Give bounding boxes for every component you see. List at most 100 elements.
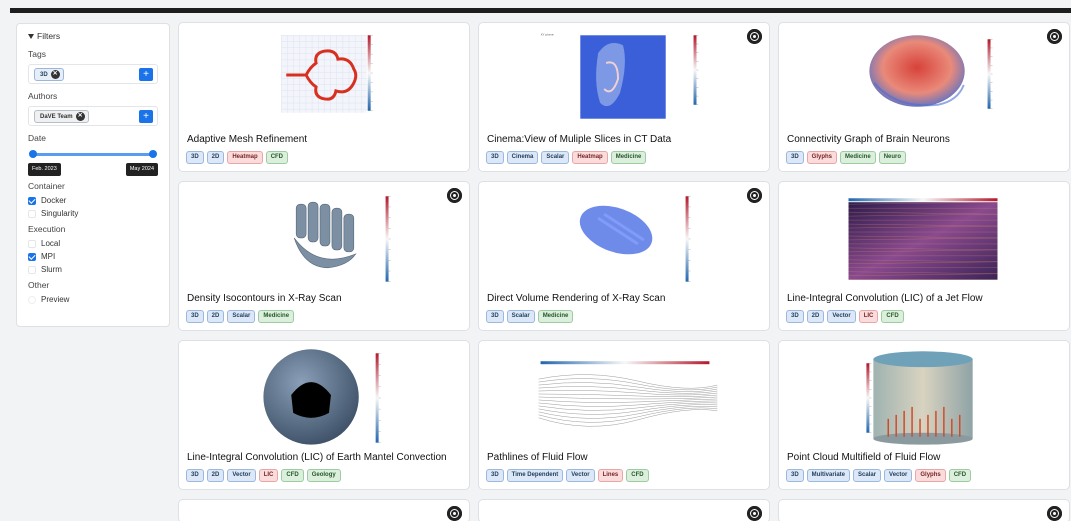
tag-badge[interactable]: Glyphs — [915, 469, 946, 482]
card-thumbnail[interactable] — [479, 182, 769, 288]
card-title[interactable]: Line-Integral Convolution (LIC) of a Jet… — [787, 293, 983, 304]
tag-badge[interactable]: 2D — [206, 151, 225, 164]
tag-badge[interactable]: Scalar — [541, 151, 570, 164]
tag-badge[interactable]: Cinema — [506, 151, 539, 164]
preview-option[interactable]: Preview — [28, 293, 158, 306]
tag-badge[interactable]: Scalar — [853, 469, 882, 482]
tag-badge[interactable]: LIC — [258, 469, 279, 482]
tag-badge[interactable]: Geology — [306, 469, 341, 482]
gallery-card[interactable]: Adaptive Mesh Refinement 3D 2D Heatmap CFD — [178, 22, 470, 172]
card-thumbnail[interactable] — [479, 341, 769, 447]
tag-badge[interactable]: CFD — [626, 469, 649, 482]
card-thumbnail[interactable] — [179, 182, 469, 288]
card-title[interactable]: Point Cloud Multifield of Fluid Flow — [787, 452, 940, 463]
docker-option[interactable]: Docker — [28, 194, 158, 207]
tag-badge[interactable]: 2D — [206, 310, 225, 323]
tag-badge[interactable]: Vector — [566, 469, 595, 482]
other-label: Other — [28, 280, 50, 290]
tag-badge[interactable]: Neuro — [878, 151, 907, 164]
card-thumbnail[interactable] — [179, 341, 469, 447]
card-title[interactable]: Connectivity Graph of Brain Neurons — [787, 134, 950, 145]
add-author-button[interactable]: + — [139, 110, 153, 123]
card-title[interactable]: Adaptive Mesh Refinement — [187, 134, 307, 145]
tag-badge[interactable]: 2D — [806, 310, 825, 323]
tag-badge[interactable]: 3D — [186, 151, 204, 164]
card-thumbnail[interactable] — [779, 23, 1069, 129]
tag-badge[interactable]: 3D — [486, 310, 504, 323]
tag-badge[interactable]: Multivariate — [806, 469, 851, 482]
tag-badge[interactable]: Vector — [884, 469, 913, 482]
tag-badge[interactable]: CFD — [948, 469, 972, 482]
local-checkbox[interactable] — [28, 239, 36, 248]
gallery-card[interactable] — [178, 499, 470, 521]
tag-badge[interactable]: Lines — [597, 469, 624, 482]
slider-start-handle[interactable] — [29, 150, 37, 158]
add-tag-button[interactable]: + — [139, 68, 153, 81]
tags-field[interactable]: 3D ✕ + — [28, 64, 158, 84]
gallery-card[interactable]: Direct Volume Rendering of X-Ray Scan 3D S… — [478, 181, 770, 331]
card-thumbnail[interactable] — [779, 182, 1069, 288]
docker-icon — [447, 506, 462, 521]
tag-badge[interactable]: Time Dependent — [506, 469, 564, 482]
gallery-card[interactable]: Pathlines of Fluid Flow 3D Time Dependent V… — [478, 340, 770, 490]
tag-badge[interactable]: Heatmap — [227, 151, 263, 164]
card-title[interactable]: Cinema:View of Muliple Slices in CT Data — [487, 134, 671, 145]
gallery-card[interactable]: Connectivity Graph of Brain Neurons 3D Gly… — [778, 22, 1070, 172]
tag-badge[interactable]: 3D — [786, 469, 804, 482]
tag-badge[interactable]: 3D — [786, 151, 804, 164]
local-option[interactable]: Local — [28, 237, 158, 250]
card-thumbnail[interactable] — [179, 23, 469, 129]
tag-badge[interactable]: Medicine — [537, 310, 574, 323]
singularity-option[interactable]: Singularity — [28, 207, 158, 220]
card-thumbnail[interactable]: XY plane — [479, 23, 769, 129]
tag-badge[interactable]: Glyphs — [806, 151, 838, 164]
gallery-card[interactable]: XY plane Cinema:View of Muliple Slices in… — [478, 22, 770, 172]
tag-badge[interactable]: 3D — [786, 310, 804, 323]
tag-badge[interactable]: Scalar — [506, 310, 535, 323]
tag-badge[interactable]: Vector — [827, 310, 856, 323]
tag-badge[interactable]: CFD — [281, 469, 304, 482]
tag-badge[interactable]: 3D — [186, 469, 204, 482]
tag-badge[interactable]: LIC — [858, 310, 879, 323]
tag-list: 3D 2D Vector LIC CFD Geology — [186, 469, 341, 482]
tag-badge[interactable]: CFD — [881, 310, 904, 323]
mpi-label: MPI — [41, 252, 56, 261]
gallery-card[interactable]: Line-Integral Convolution (LIC) of a Jet… — [778, 181, 1070, 331]
tag-badge[interactable]: Medicine — [840, 151, 876, 164]
authors-field[interactable]: DaVE Team ✕ + — [28, 106, 158, 126]
card-thumbnail[interactable] — [779, 341, 1069, 447]
close-icon[interactable]: ✕ — [75, 112, 85, 121]
tag-badge[interactable]: Medicine — [610, 151, 647, 164]
singularity-checkbox[interactable] — [28, 209, 36, 218]
filters-toggle[interactable]: Filters — [28, 30, 158, 42]
preview-toggle[interactable] — [28, 295, 36, 304]
mpi-option[interactable]: MPI — [28, 250, 158, 263]
tag-badge[interactable]: Scalar — [227, 310, 256, 323]
date-range-slider[interactable]: Feb. 2023 May 2024 — [28, 149, 158, 179]
gallery-card[interactable] — [478, 499, 770, 521]
gallery-card[interactable]: Line-Integral Convolution (LIC) of Earth… — [178, 340, 470, 490]
slurm-option[interactable]: Slurm — [28, 263, 158, 276]
card-title[interactable]: Density Isocontours in X-Ray Scan — [187, 293, 342, 304]
tag-badge[interactable]: Vector — [227, 469, 256, 482]
gallery-card[interactable] — [778, 499, 1070, 521]
gallery-card[interactable]: Point Cloud Multifield of Fluid Flow 3D Mu… — [778, 340, 1070, 490]
slider-end-handle[interactable] — [149, 150, 157, 158]
card-title[interactable]: Direct Volume Rendering of X-Ray Scan — [487, 293, 665, 304]
tags-label: Tags — [28, 49, 46, 59]
tag-badge[interactable]: 3D — [486, 469, 504, 482]
mpi-checkbox[interactable] — [28, 252, 36, 261]
tag-badge[interactable]: 2D — [206, 469, 225, 482]
docker-checkbox[interactable] — [28, 196, 36, 205]
tag-badge[interactable]: Heatmap — [572, 151, 608, 164]
gallery-card[interactable]: Density Isocontours in X-Ray Scan 3D 2D Sca… — [178, 181, 470, 331]
card-title[interactable]: Line-Integral Convolution (LIC) of Earth… — [187, 452, 447, 463]
card-title[interactable]: Pathlines of Fluid Flow — [487, 452, 588, 463]
tag-badge[interactable]: Medicine — [258, 310, 295, 323]
tag-badge[interactable]: 3D — [486, 151, 504, 164]
slurm-checkbox[interactable] — [28, 265, 36, 274]
close-icon[interactable]: ✕ — [50, 70, 60, 79]
tag-badge[interactable]: CFD — [265, 151, 289, 164]
filters-panel: Filters Tags 3D ✕ + Authors DaVE Team ✕ … — [16, 23, 170, 327]
tag-badge[interactable]: 3D — [186, 310, 204, 323]
